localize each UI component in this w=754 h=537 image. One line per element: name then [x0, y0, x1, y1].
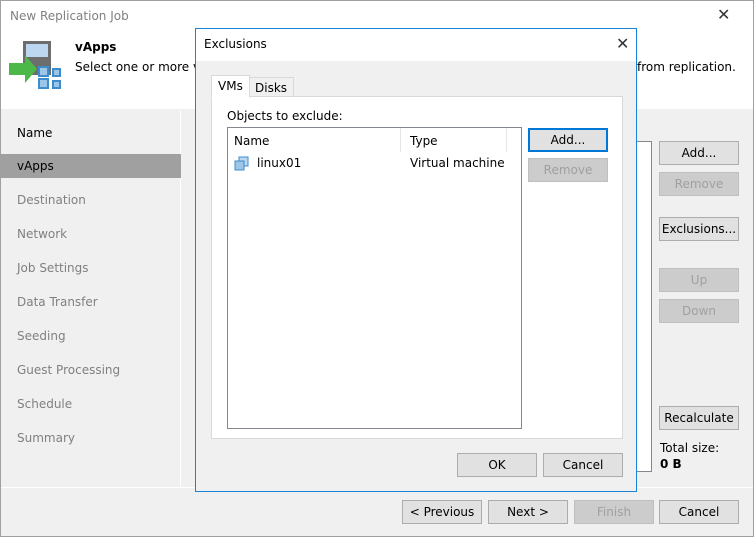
- table-row[interactable]: linux01 Virtual machine: [228, 152, 521, 174]
- dialog-title: Exclusions: [204, 37, 267, 51]
- up-button[interactable]: Up: [659, 268, 739, 292]
- nav-item-network[interactable]: Network: [1, 222, 181, 246]
- column-header-name[interactable]: Name: [234, 134, 269, 148]
- list-header: Name Type: [228, 128, 521, 152]
- wizard-nav: Name vApps Destination Network Job Setti…: [1, 110, 181, 487]
- nav-item-summary[interactable]: Summary: [1, 426, 181, 450]
- dialog-add-button[interactable]: Add...: [528, 128, 608, 152]
- total-size-value: 0 B: [660, 457, 682, 471]
- dialog-cancel-button[interactable]: Cancel: [543, 453, 623, 477]
- dialog-remove-button[interactable]: Remove: [528, 158, 608, 182]
- tab-vms[interactable]: VMs: [211, 75, 250, 98]
- close-icon[interactable]: ✕: [717, 5, 730, 24]
- nav-item-data-transfer[interactable]: Data Transfer: [1, 290, 181, 314]
- exclusions-dialog: Exclusions ✕ VMs Disks Objects to exclud…: [195, 28, 637, 492]
- nav-item-schedule[interactable]: Schedule: [1, 392, 181, 416]
- nav-item-guest-processing[interactable]: Guest Processing: [1, 358, 181, 382]
- nav-item-name[interactable]: Name: [1, 121, 181, 145]
- previous-button[interactable]: < Previous: [402, 500, 482, 524]
- dialog-close-icon[interactable]: ✕: [616, 34, 629, 53]
- row-type: Virtual machine: [410, 156, 505, 170]
- exclusions-list[interactable]: Name Type linux01 Virtual machine: [227, 127, 522, 429]
- remove-button[interactable]: Remove: [659, 172, 739, 196]
- window-title: New Replication Job: [10, 9, 129, 23]
- column-header-type[interactable]: Type: [410, 134, 438, 148]
- total-size-label: Total size:: [660, 441, 720, 455]
- tab-panel: Objects to exclude: Name Type linux01 Vi…: [211, 96, 623, 439]
- row-name: linux01: [257, 156, 302, 170]
- column-divider: [400, 128, 401, 152]
- finish-button[interactable]: Finish: [574, 500, 654, 524]
- header-description-right: from replication.: [637, 60, 736, 74]
- down-button[interactable]: Down: [659, 299, 739, 323]
- objects-label: Objects to exclude:: [227, 109, 343, 123]
- nav-item-seeding[interactable]: Seeding: [1, 324, 181, 348]
- vapp-icon: [9, 41, 61, 89]
- ok-button[interactable]: OK: [457, 453, 537, 477]
- header-title: vApps: [75, 40, 117, 54]
- recalculate-button[interactable]: Recalculate: [659, 406, 739, 430]
- column-divider: [506, 128, 507, 152]
- add-button[interactable]: Add...: [659, 141, 739, 165]
- nav-item-vapps[interactable]: vApps: [1, 154, 181, 178]
- nav-item-job-settings[interactable]: Job Settings: [1, 256, 181, 280]
- tab-disks[interactable]: Disks: [248, 77, 295, 98]
- vm-icon: [234, 156, 249, 171]
- cancel-button[interactable]: Cancel: [659, 500, 739, 524]
- nav-item-destination[interactable]: Destination: [1, 188, 181, 212]
- dialog-titlebar: Exclusions ✕: [196, 29, 636, 61]
- next-button[interactable]: Next >: [488, 500, 568, 524]
- exclusions-button[interactable]: Exclusions...: [659, 217, 739, 241]
